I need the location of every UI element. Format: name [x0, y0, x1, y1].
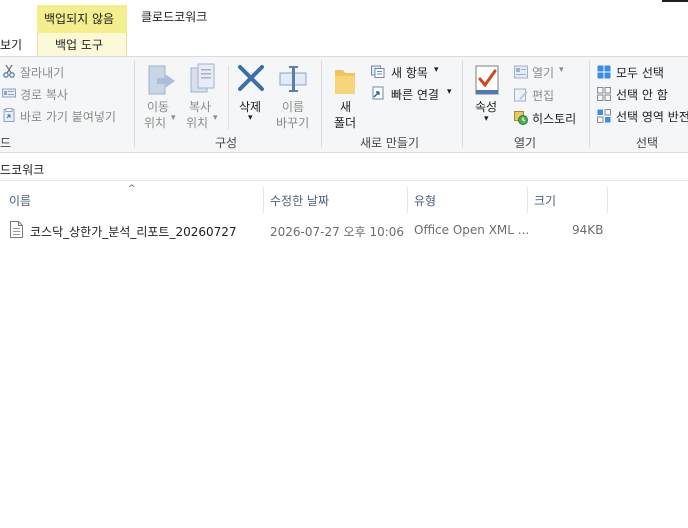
select-all-button[interactable]: 모두 선택 — [616, 64, 664, 81]
ribbon-separator — [462, 60, 463, 148]
paste-shortcut-icon — [3, 108, 15, 122]
address-bar[interactable] — [0, 153, 688, 181]
file-size: 94KB — [572, 223, 604, 237]
copy-to-icon — [190, 63, 215, 93]
column-header-name[interactable]: 이름 — [9, 192, 31, 209]
invert-selection-button[interactable]: 선택 영역 반전 — [616, 108, 688, 125]
chevron-down-icon: ▾ — [559, 65, 564, 75]
column-divider[interactable] — [607, 187, 608, 213]
chevron-down-icon: ▾ — [434, 65, 439, 75]
delete-icon — [238, 65, 264, 91]
chevron-down-icon: ▾ — [171, 113, 176, 123]
sort-ascending-icon: ^ — [128, 184, 136, 194]
history-icon — [514, 111, 528, 125]
file-icon — [10, 221, 23, 238]
column-header-date[interactable]: 수정한 날짜 — [270, 192, 329, 209]
column-divider[interactable] — [263, 187, 264, 213]
group-label-clipboard: 드 — [0, 136, 12, 150]
column-divider[interactable] — [527, 187, 528, 213]
chevron-down-icon: ▾ — [248, 113, 253, 123]
address-path[interactable]: 드코워크 — [0, 161, 44, 178]
group-label-open: 열기 — [514, 136, 537, 150]
properties-icon — [475, 65, 499, 95]
select-none-icon — [597, 87, 611, 101]
chevron-down-icon: ▾ — [447, 87, 452, 97]
ribbon-separator — [228, 66, 229, 130]
group-label-select: 선택 — [636, 136, 659, 150]
select-all-icon — [597, 65, 611, 79]
copy-path-icon — [2, 88, 16, 98]
column-divider[interactable] — [407, 187, 408, 213]
new-item-button[interactable]: 새 항목 — [391, 64, 428, 81]
properties-button[interactable]: 속성 — [475, 98, 497, 115]
context-tab-header: 백업되지 않음 — [37, 5, 127, 33]
file-type: Office Open XML ... — [414, 223, 530, 237]
easy-access-icon — [372, 86, 384, 100]
edit-icon — [514, 88, 528, 102]
column-header-type[interactable]: 유형 — [414, 192, 436, 209]
column-header-size[interactable]: 크기 — [534, 192, 556, 209]
ribbon-separator — [134, 60, 135, 148]
new-folder-icon — [335, 70, 355, 94]
open-button[interactable]: 열기 — [532, 64, 554, 81]
window-frame-edge — [662, 0, 688, 2]
new-item-icon — [371, 65, 385, 78]
file-name[interactable]: 코스닥_상한가_분석_리포트_20260727 — [30, 223, 237, 240]
paste-shortcut-button[interactable]: 바로 가기 붙여넣기 — [20, 108, 116, 125]
scissors-icon — [3, 64, 15, 78]
open-icon — [514, 65, 528, 79]
chevron-down-icon: ▾ — [213, 113, 218, 123]
group-label-organize: 구성 — [215, 136, 238, 150]
copy-to-label[interactable]: 복사 — [189, 98, 211, 115]
new-folder-label-2[interactable]: 폴더 — [334, 114, 356, 131]
history-button[interactable]: 히스토리 — [532, 110, 576, 127]
invert-selection-icon — [597, 109, 611, 123]
group-label-new: 새로 만들기 — [360, 136, 420, 150]
rename-label-2[interactable]: 바꾸기 — [276, 114, 309, 131]
chevron-down-icon: ▾ — [484, 114, 489, 124]
tab-backup-tools[interactable]: 백업 도구 — [55, 36, 103, 53]
move-to-label-2[interactable]: 위치 — [144, 114, 166, 131]
ribbon-separator — [321, 60, 322, 148]
easy-access-button[interactable]: 빠른 연결 — [391, 86, 439, 103]
copy-path-button[interactable]: 경로 복사 — [20, 86, 68, 103]
copy-to-label-2[interactable]: 위치 — [186, 114, 208, 131]
select-none-button[interactable]: 선택 안 함 — [616, 86, 668, 103]
window-title: 클로드코워크 — [141, 10, 208, 24]
tab-view[interactable]: 보기 — [0, 36, 22, 53]
rename-icon — [279, 66, 307, 92]
context-tab-header-label: 백업되지 않음 — [44, 12, 115, 26]
cut-button[interactable]: 잘라내기 — [20, 64, 64, 81]
edit-button[interactable]: 편집 — [532, 87, 554, 104]
ribbon-separator — [589, 60, 590, 148]
move-to-icon — [148, 65, 175, 95]
new-folder-label[interactable]: 새 — [340, 98, 351, 115]
move-to-label[interactable]: 이동 — [147, 98, 169, 115]
rename-label[interactable]: 이름 — [282, 98, 304, 115]
file-date: 2026-07-27 오후 10:06 — [270, 225, 405, 239]
